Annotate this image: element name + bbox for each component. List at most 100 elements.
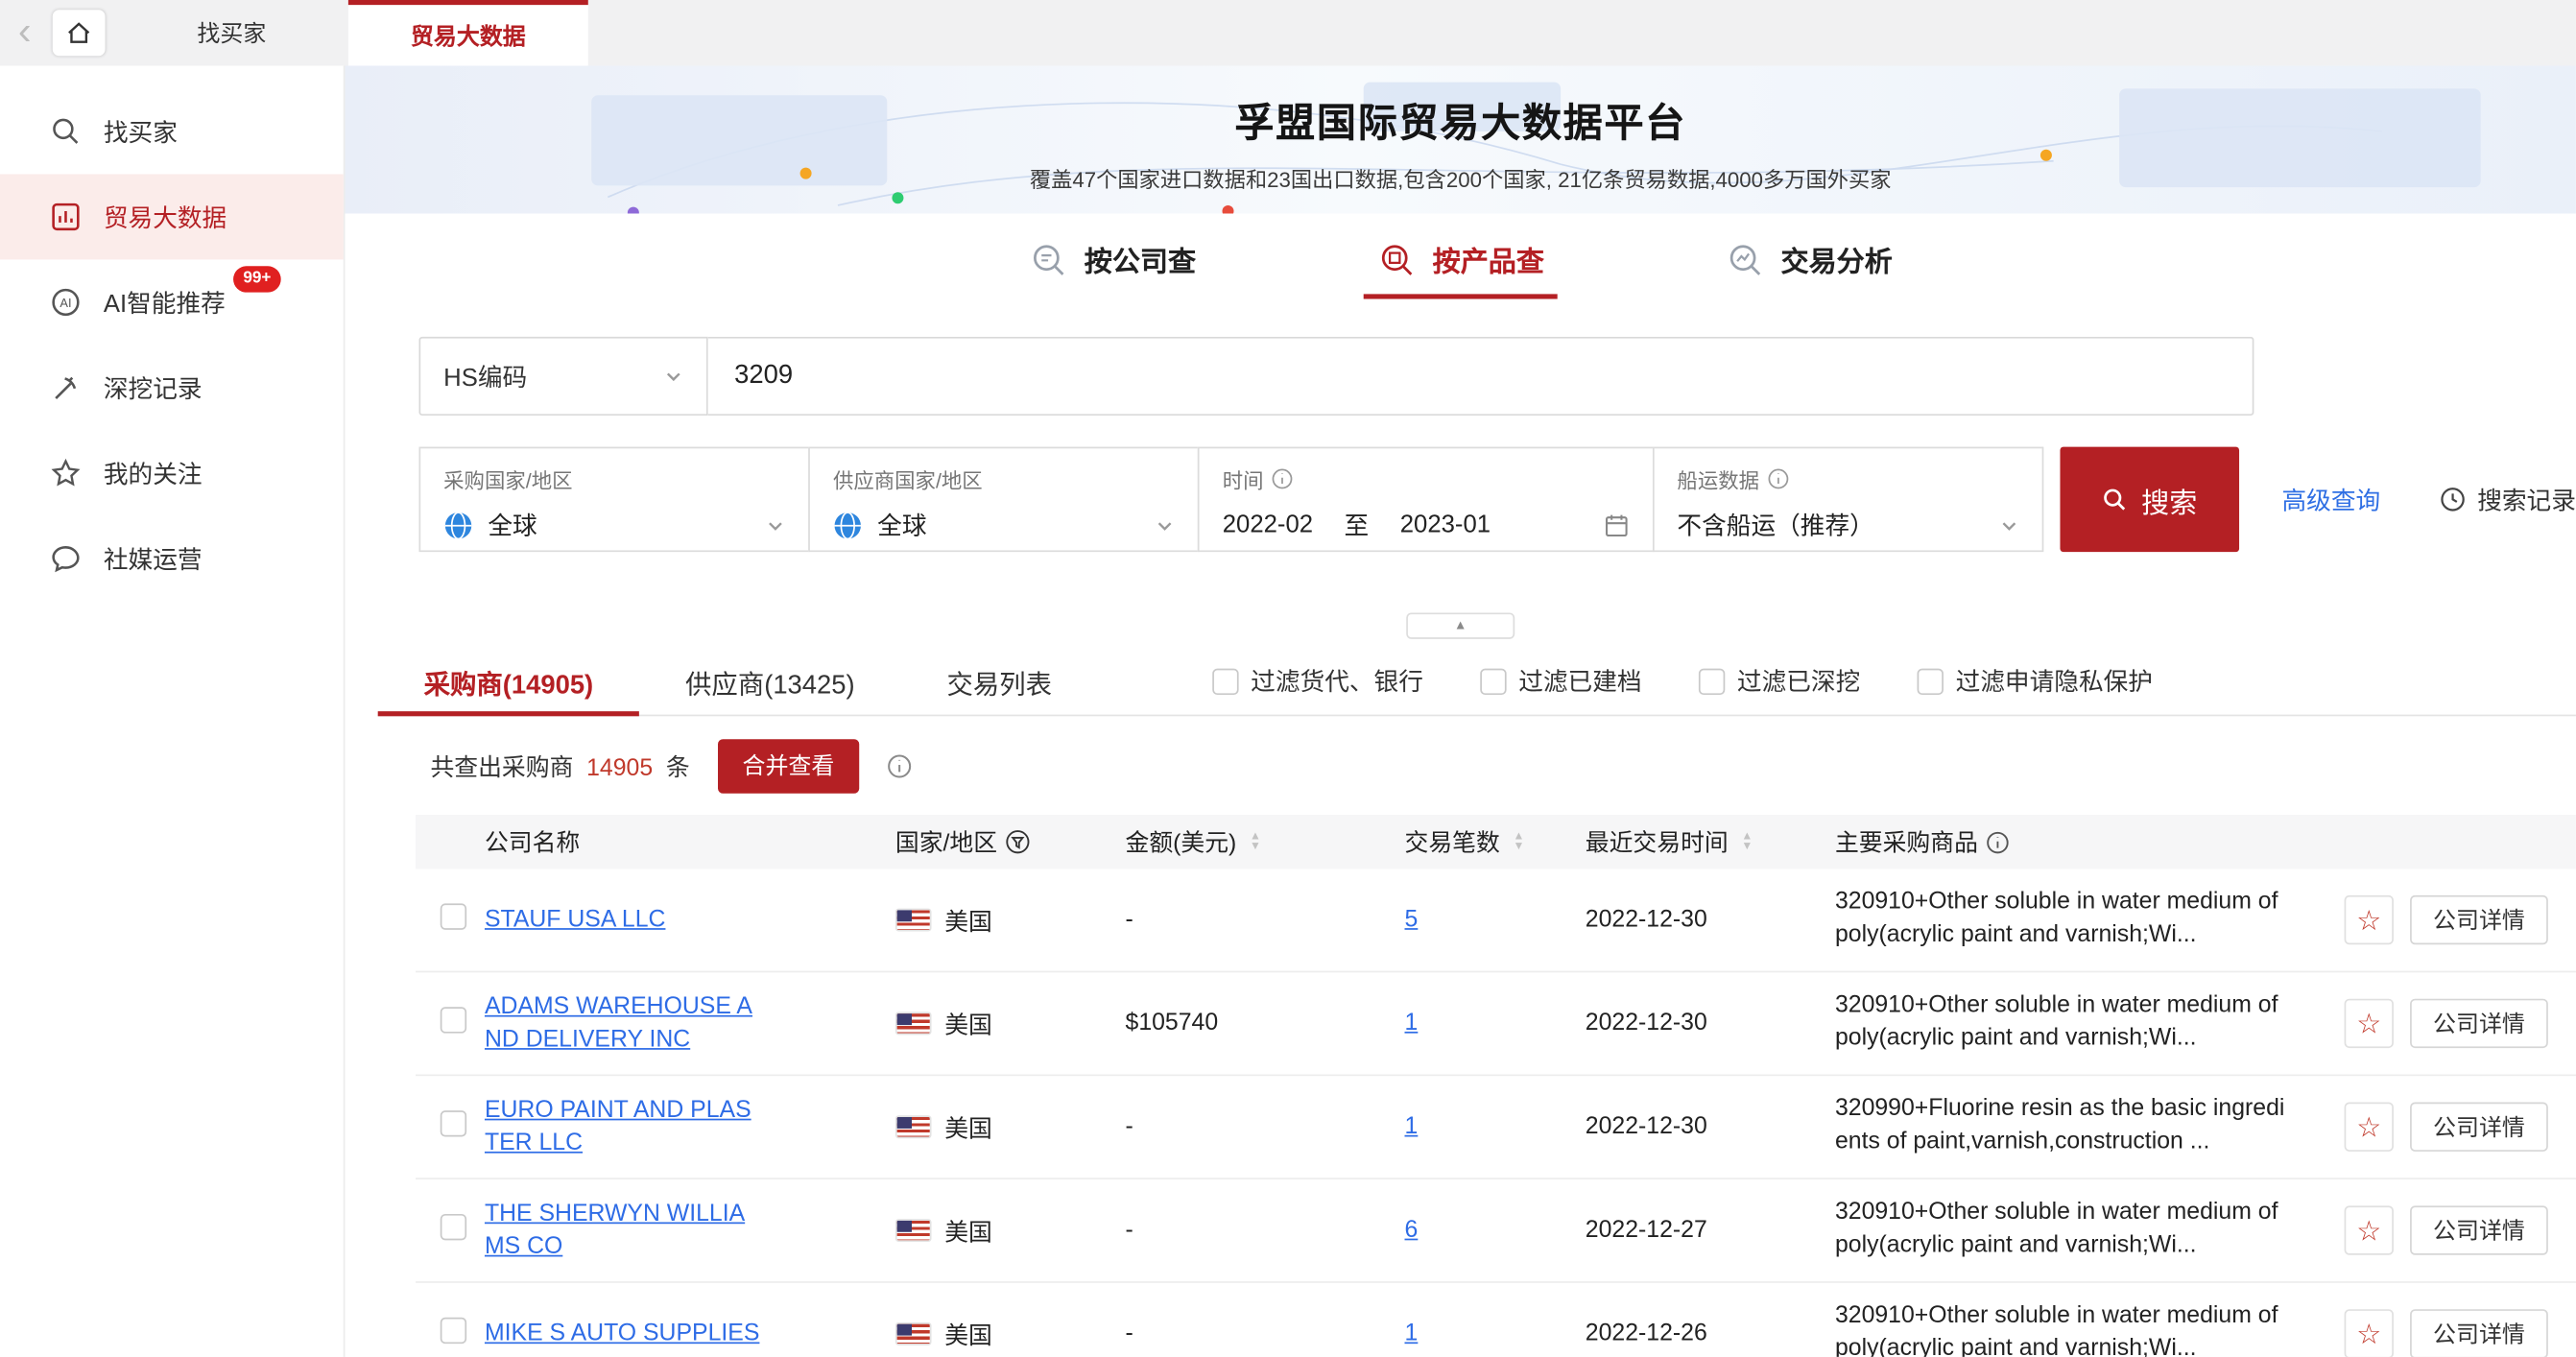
sidebar-item-trade-big-data[interactable]: 贸易大数据: [0, 174, 344, 259]
filter-funnel-icon[interactable]: [1006, 829, 1031, 854]
tab-trade-analysis[interactable]: 交易分析: [1725, 238, 1893, 298]
filter-deep-dug[interactable]: 过滤已深挖: [1700, 664, 1861, 699]
deals-count-link[interactable]: 1: [1405, 1114, 1419, 1140]
tab-label: 贸易大数据: [411, 19, 526, 52]
checkbox[interactable]: [1918, 668, 1944, 694]
checkbox[interactable]: [1481, 668, 1507, 694]
supplier-country-filter[interactable]: 供应商国家/地区 全球: [808, 447, 1200, 553]
amount-cell: -: [1126, 1217, 1405, 1243]
search-icon: [49, 115, 82, 148]
checkbox[interactable]: [1700, 668, 1726, 694]
favorite-star-button[interactable]: ☆: [2345, 1205, 2394, 1254]
country-label: 美国: [944, 1213, 992, 1248]
column-label: 主要采购商品: [1835, 824, 1978, 859]
table-row: THE SHERWYN WILLIAMS CO 美国 - 6 2022-12-2…: [416, 1179, 2576, 1283]
collapse-panel-toggle[interactable]: ▲: [1406, 612, 1515, 638]
deals-count-link[interactable]: 1: [1405, 1011, 1419, 1036]
company-detail-button[interactable]: 公司详情: [2410, 1309, 2548, 1357]
deals-count-link[interactable]: 1: [1405, 1321, 1419, 1346]
sidebar-item-dig-records[interactable]: 深挖记录: [0, 345, 344, 430]
country-label: 美国: [944, 903, 992, 938]
favorite-star-button[interactable]: ☆: [2345, 1309, 2394, 1357]
sidebar-item-social-media[interactable]: 社媒运营: [0, 515, 344, 601]
tab-label: 按产品查: [1433, 238, 1544, 279]
merge-view-button[interactable]: 合并查看: [718, 738, 859, 792]
chevron-down-icon: [1156, 515, 1176, 536]
company-link[interactable]: EURO PAINT AND PLASTER LLC: [485, 1093, 761, 1159]
pickaxe-icon: [49, 371, 82, 404]
favorite-star-button[interactable]: ☆: [2345, 895, 2394, 944]
tab-search-by-company[interactable]: 按公司查: [1029, 238, 1197, 298]
company-detail-button[interactable]: 公司详情: [2410, 1103, 2548, 1152]
row-checkbox[interactable]: [441, 1318, 466, 1344]
company-link[interactable]: STAUF USA LLC: [485, 903, 666, 937]
checkbox[interactable]: [1213, 668, 1239, 694]
analysis-icon: [1725, 239, 1764, 278]
deals-count-link[interactable]: 6: [1405, 1217, 1419, 1243]
sidebar-item-ai-recommend[interactable]: AI AI智能推荐 99+: [0, 259, 344, 345]
buyer-country-filter[interactable]: 采购国家/地区 全球: [418, 447, 810, 553]
bar-chart-icon: [49, 201, 82, 233]
search-input-row: HS编码: [418, 337, 2254, 416]
chevron-down-icon: [1999, 515, 2019, 536]
search-history-link[interactable]: 搜索记录: [2440, 482, 2576, 516]
filter-forwarders-banks[interactable]: 过滤货代、银行: [1213, 664, 1423, 699]
filter-archived[interactable]: 过滤已建档: [1481, 664, 1642, 699]
tab-search-by-product[interactable]: 按产品查: [1376, 238, 1544, 298]
search-button[interactable]: 搜索: [2060, 447, 2239, 553]
row-checkbox[interactable]: [441, 903, 466, 929]
row-checkbox[interactable]: [441, 1007, 466, 1033]
home-button[interactable]: [53, 10, 106, 56]
company-detail-button[interactable]: 公司详情: [2410, 1205, 2548, 1254]
info-icon[interactable]: [1986, 830, 2009, 853]
back-chevron-icon[interactable]: ‹: [0, 0, 49, 65]
sort-icon[interactable]: ▲▼: [1250, 832, 1261, 852]
company-link[interactable]: THE SHERWYN WILLIAMS CO: [485, 1197, 761, 1263]
us-flag-icon: [895, 1322, 932, 1345]
search-query-input[interactable]: [708, 337, 2254, 416]
company-link[interactable]: MIKE S AUTO SUPPLIES: [485, 1318, 759, 1351]
sidebar-item-label: 深挖记录: [104, 370, 203, 405]
company-cell: ADAMS WAREHOUSE AND DELIVERY INC: [485, 990, 895, 1057]
country-cell: 美国: [895, 903, 1126, 938]
info-icon[interactable]: [887, 753, 912, 778]
company-detail-button[interactable]: 公司详情: [2410, 895, 2548, 944]
filter-privacy-protection[interactable]: 过滤申请隐私保护: [1918, 664, 2153, 699]
tab-suppliers[interactable]: 供应商(13425): [639, 647, 900, 714]
last-date-cell: 2022-12-30: [1586, 1011, 1835, 1036]
column-header-country[interactable]: 国家/地区: [895, 824, 1126, 859]
results-tab-bar: 采购商(14905) 供应商(13425) 交易列表 过滤货代、银行 过滤已建档: [378, 647, 2576, 716]
tab-find-buyers[interactable]: 找买家: [115, 0, 348, 65]
company-link[interactable]: ADAMS WAREHOUSE AND DELIVERY INC: [485, 990, 761, 1057]
map-dot: [892, 192, 903, 203]
tab-label: 按公司查: [1085, 238, 1196, 279]
checkbox-label: 过滤已建档: [1518, 664, 1641, 699]
tab-transactions[interactable]: 交易列表: [901, 647, 1098, 714]
company-cell: THE SHERWYN WILLIAMS CO: [485, 1197, 895, 1263]
favorite-star-button[interactable]: ☆: [2345, 1103, 2394, 1152]
favorite-star-button[interactable]: ☆: [2345, 999, 2394, 1048]
sidebar-item-find-buyers[interactable]: 找买家: [0, 88, 344, 174]
sidebar-item-my-follows[interactable]: 我的关注: [0, 430, 344, 515]
time-range-filter[interactable]: 时间 2022-02 至 2023-01: [1198, 447, 1654, 553]
sidebar-item-label: 找买家: [104, 114, 178, 149]
column-header-deals[interactable]: 交易笔数 ▲▼: [1405, 824, 1586, 859]
column-header-amount[interactable]: 金额(美元) ▲▼: [1126, 824, 1405, 859]
row-checkbox[interactable]: [441, 1110, 466, 1136]
column-header-last-date[interactable]: 最近交易时间 ▲▼: [1586, 824, 1835, 859]
hs-code-select[interactable]: HS编码: [418, 337, 707, 416]
advanced-search-link[interactable]: 高级查询: [2281, 482, 2380, 516]
tab-trade-big-data[interactable]: 贸易大数据: [348, 0, 588, 65]
sort-icon[interactable]: ▲▼: [1741, 832, 1753, 852]
sidebar-item-label: AI智能推荐: [104, 285, 226, 320]
company-detail-button[interactable]: 公司详情: [2410, 999, 2548, 1048]
shipping-data-filter[interactable]: 船运数据 不含船运（推荐）: [1653, 447, 2044, 553]
time-to-value: 2023-01: [1400, 511, 1491, 538]
tab-buyers[interactable]: 采购商(14905): [378, 647, 639, 714]
last-date-cell: 2022-12-26: [1586, 1321, 1835, 1346]
sort-icon[interactable]: ▲▼: [1513, 832, 1524, 852]
deals-count-link[interactable]: 5: [1405, 907, 1419, 933]
map-dot: [1223, 205, 1234, 214]
row-checkbox[interactable]: [441, 1214, 466, 1240]
amount-cell: -: [1126, 907, 1405, 933]
